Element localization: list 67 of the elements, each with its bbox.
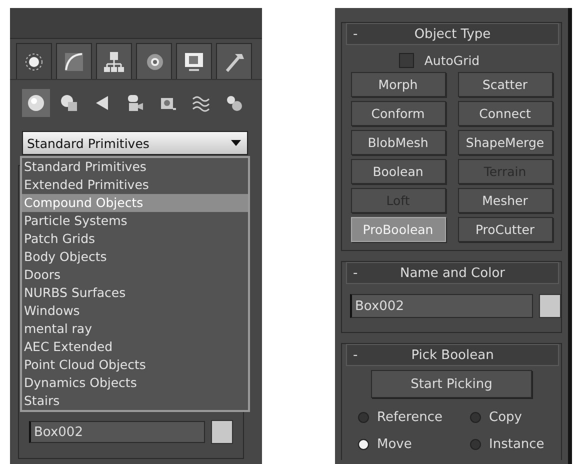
panel-tab[interactable]: [176, 43, 212, 79]
object-type-button[interactable]: Boolean: [350, 159, 446, 184]
dropdown-option[interactable]: AEC Extended: [22, 338, 248, 356]
rollout-header[interactable]: - Name and Color: [346, 262, 559, 284]
checkbox-label: AutoGrid: [424, 52, 480, 68]
rollout-title: Pick Boolean: [410, 348, 495, 362]
waves-icon: [191, 93, 211, 113]
autogrid-checkbox[interactable]: [399, 52, 414, 68]
sphere-icon: [26, 93, 46, 113]
sun-icon: [23, 50, 45, 72]
dropdown-option[interactable]: Stairs: [22, 392, 248, 410]
shapes-icon: [59, 93, 79, 113]
start-picking-button[interactable]: Start Picking: [371, 370, 532, 398]
color-swatch[interactable]: [211, 420, 233, 444]
panel-tab[interactable]: [216, 43, 252, 79]
rollout-title: Name and Color: [398, 266, 506, 280]
object-type-button[interactable]: ShapeMerge: [458, 130, 552, 155]
dropdown-value: Standard Primitives: [27, 136, 150, 150]
radio-button[interactable]: [470, 439, 481, 450]
radio-label: Move: [377, 437, 412, 452]
dropdown-option[interactable]: Standard Primitives: [22, 158, 248, 176]
dropdown-option[interactable]: Windows: [22, 302, 248, 320]
dropdown-option[interactable]: Body Objects: [22, 248, 248, 266]
monitor-icon: [183, 50, 205, 72]
object-type-button[interactable]: Conform: [350, 101, 446, 126]
hierarchy-icon: [103, 50, 125, 72]
collapse-toggle[interactable]: -: [347, 266, 367, 280]
object-type-button[interactable]: Scatter: [458, 72, 552, 97]
caret-icon: [231, 140, 241, 146]
dropdown-option[interactable]: Point Cloud Objects: [22, 356, 248, 374]
object-type-button[interactable]: Morph: [350, 72, 446, 97]
panel-tab[interactable]: [56, 43, 92, 79]
dropdown-option[interactable]: Compound Objects: [22, 194, 248, 212]
object-type-button[interactable]: BlobMesh: [350, 130, 446, 155]
curve-icon: [63, 50, 85, 72]
dropdown-option[interactable]: Particle Systems: [22, 212, 248, 230]
radio-label: Copy: [489, 410, 522, 425]
dropdown-option[interactable]: Patch Grids: [22, 230, 248, 248]
radio-button[interactable]: [470, 412, 481, 423]
rollout-title: Object Type: [413, 26, 492, 42]
object-type-button[interactable]: Mesher: [458, 188, 552, 213]
collapse-toggle[interactable]: -: [347, 26, 367, 42]
object-type-button[interactable]: ProCutter: [458, 217, 552, 242]
category-dropdown[interactable]: Standard Primitives: [22, 131, 248, 155]
dropdown-option[interactable]: NURBS Surfaces: [22, 284, 248, 302]
color-swatch[interactable]: [539, 294, 561, 318]
object-type-button[interactable]: Connect: [458, 101, 552, 126]
category-button[interactable]: [22, 89, 50, 117]
radio-button[interactable]: [358, 439, 369, 450]
radio-button[interactable]: [358, 412, 369, 423]
panel-tab[interactable]: [16, 43, 52, 79]
dropdown-option[interactable]: Dynamics Objects: [22, 374, 248, 392]
rollout-header[interactable]: - Pick Boolean: [346, 344, 559, 366]
object-type-button[interactable]: ProBoolean: [350, 217, 446, 242]
name-field[interactable]: Box002: [29, 421, 205, 443]
name-field[interactable]: Box002: [350, 294, 533, 318]
dropdown-option[interactable]: mental ray: [22, 320, 248, 338]
dropdown-option[interactable]: Extended Primitives: [22, 176, 248, 194]
dropdown-option[interactable]: Doors: [22, 266, 248, 284]
gears-icon: [224, 93, 244, 113]
radio-label: Reference: [377, 410, 442, 425]
rollout-header[interactable]: - Object Type: [346, 23, 559, 45]
radio-label: Instance: [489, 437, 544, 452]
panel-tab[interactable]: [136, 43, 172, 79]
panel-tab[interactable]: [96, 43, 132, 79]
collapse-toggle[interactable]: -: [347, 348, 367, 362]
camera-icon: [125, 93, 145, 113]
